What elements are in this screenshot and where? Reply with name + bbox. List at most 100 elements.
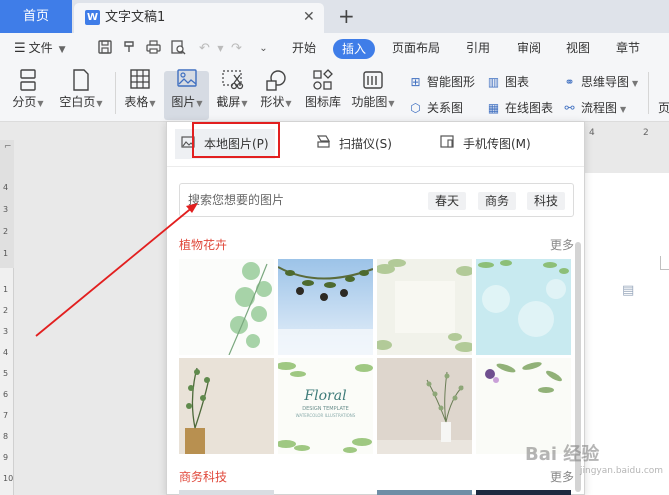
pagebreak-button[interactable]: 分页▼ (10, 68, 46, 112)
more-business-link[interactable]: 更多 (550, 468, 574, 485)
blank-page-button[interactable]: 空白页▼ (56, 68, 106, 112)
customize-toolbar-icon[interactable]: ⌄ (255, 40, 272, 57)
tag-business[interactable]: 商务 (478, 192, 517, 210)
format-painter-icon[interactable] (120, 40, 137, 57)
screenshot-label: 截屏 (216, 95, 241, 109)
online-chart-icon: ▦ (487, 101, 500, 115)
shape-button[interactable]: 形状▼ (256, 68, 296, 112)
tag-technology[interactable]: 科技 (527, 192, 566, 210)
chart-button[interactable]: ▥ 图表 (486, 74, 529, 90)
phone-image-icon (439, 130, 455, 160)
ruler-tick: 2 (643, 128, 649, 138)
horizontal-ruler: 4 2 (583, 128, 669, 140)
ruler-tick: 1 (3, 249, 9, 258)
print-icon[interactable] (145, 40, 162, 57)
plant-thumbnail[interactable] (179, 259, 274, 355)
picture-search-box: 春天 商务 科技 (179, 183, 574, 217)
ribbon-cutoff-label[interactable]: 页 (658, 100, 669, 116)
watermark-logo: Bai 经验 (525, 444, 600, 465)
plant-thumbnail[interactable] (377, 259, 472, 355)
icon-library-button[interactable]: 图标库 (302, 68, 344, 110)
ruler-tick: 4 (3, 348, 9, 357)
save-icon[interactable] (96, 40, 113, 57)
redo-icon[interactable]: ↷ (228, 40, 245, 57)
flowchart-label: 流程图 (581, 101, 618, 115)
business-thumbnail[interactable] (179, 490, 274, 495)
more-plants-link[interactable]: 更多 (550, 236, 574, 253)
file-menu-label: 文件 (28, 41, 53, 55)
scanner-tab[interactable]: 扫描仪(S) (315, 129, 392, 159)
flowchart-icon: ⚯ (564, 101, 575, 115)
picture-icon (166, 68, 208, 94)
menu-tab-references[interactable]: 引用 (466, 33, 490, 64)
menu-tab-view[interactable]: 视图 (566, 33, 590, 64)
floral-subtitle-2: WATERCOLOR ILLUSTRATIONS (295, 413, 356, 418)
document-side-icon[interactable]: ▤ (622, 283, 634, 298)
floral-subtitle: DESIGN TEMPLATE (302, 406, 349, 412)
ruler-tick: 4 (589, 128, 595, 138)
picture-search-input[interactable] (180, 184, 415, 216)
ruler-tick: 4 (3, 183, 9, 192)
menu-tab-page-layout[interactable]: 页面布局 (392, 33, 440, 64)
screenshot-button[interactable]: 截屏▼ (212, 68, 252, 112)
undo-dropdown-icon[interactable]: ▼ (212, 40, 229, 57)
phone-transfer-tab[interactable]: 手机传图(M) (439, 129, 531, 159)
page-corner-mark (660, 256, 669, 270)
ribbon-separator (115, 72, 116, 114)
highlight-box (192, 122, 280, 158)
tab-home[interactable]: 首页 (0, 0, 72, 33)
ruler-corner-icon: ⌐ (4, 142, 12, 152)
watermark-url: jingyan.baidu.com (580, 466, 664, 476)
plant-thumbnail[interactable] (377, 358, 472, 454)
blank-page-icon (56, 68, 106, 94)
smart-shape-icon: ⊞ (410, 75, 421, 89)
menu-tab-review[interactable]: 审阅 (517, 33, 541, 64)
close-icon[interactable]: ✕ (303, 3, 315, 32)
chart-label: 图表 (505, 75, 530, 89)
new-tab-plus-icon[interactable]: + (338, 0, 355, 33)
undo-icon[interactable]: ↶ (196, 40, 213, 57)
function-chart-button[interactable]: 功能图▼ (350, 68, 396, 112)
relation-map-label: 关系图 (427, 101, 464, 115)
chevron-down-icon: ▼ (58, 45, 66, 55)
function-chart-icon (350, 68, 396, 94)
ruler-tick: 10 (3, 474, 14, 483)
flowchart-button[interactable]: ⚯ 流程图 ▼ (562, 100, 626, 118)
business-thumbnail[interactable] (377, 490, 472, 495)
ruler-tick: 7 (3, 411, 9, 420)
picture-button[interactable]: 图片▼ (166, 68, 208, 112)
print-preview-icon[interactable] (170, 40, 187, 57)
mind-map-button[interactable]: ⚭ 思维导图 ▼ (562, 74, 638, 92)
menu-tab-insert[interactable]: 插入 (333, 39, 376, 59)
ruler-tick: 8 (3, 432, 9, 441)
tag-spring[interactable]: 春天 (428, 192, 467, 210)
menu-tab-chapter[interactable]: 章节 (616, 33, 640, 64)
table-label: 表格 (124, 95, 149, 109)
ruler-tick: 2 (3, 306, 9, 315)
relation-map-button[interactable]: ⬡ 关系图 (408, 100, 463, 116)
bar-chart-icon: ▥ (487, 75, 500, 89)
plant-thumbnail[interactable] (476, 259, 571, 355)
ruler-tick: 3 (3, 327, 9, 336)
menu-tab-start[interactable]: 开始 (292, 33, 316, 64)
mind-map-label: 思维导图 (581, 75, 630, 89)
ribbon-separator (648, 72, 649, 114)
function-chart-label: 功能图 (351, 95, 388, 109)
floral-template-thumbnail[interactable]: Floral DESIGN TEMPLATE WATERCOLOR ILLUST… (278, 358, 373, 454)
writer-doc-icon: W (85, 10, 100, 25)
mind-map-icon: ⚭ (564, 75, 575, 89)
table-button[interactable]: 表格▼ (121, 68, 159, 112)
pagebreak-label: 分页 (12, 95, 37, 109)
scanner-label: 扫描仪(S) (339, 137, 392, 151)
business-thumbnail[interactable] (476, 490, 571, 495)
icon-library-icon (302, 68, 344, 94)
online-chart-label: 在线图表 (505, 101, 554, 115)
online-chart-button[interactable]: ▦ 在线图表 (486, 100, 553, 116)
plant-thumbnail[interactable] (179, 358, 274, 454)
tab-document[interactable]: W 文字文稿1 ✕ (74, 3, 324, 33)
shape-icon (256, 68, 296, 94)
plant-thumbnail[interactable] (278, 259, 373, 355)
phone-transfer-label: 手机传图(M) (463, 137, 531, 151)
smart-shape-button[interactable]: ⊞ 智能图形 (408, 74, 475, 90)
file-menu[interactable]: ☰ 文件 ▼ (14, 33, 66, 66)
